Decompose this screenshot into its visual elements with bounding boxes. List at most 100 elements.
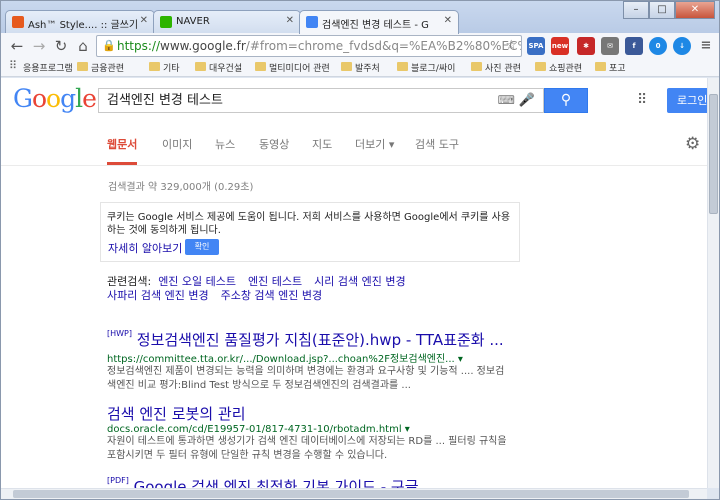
search-result: [PDF] Google 검색 엔진 최적화 기본 가이드 - 구글 <box>107 476 507 488</box>
bookmark-folder[interactable]: 포고 <box>595 61 626 74</box>
bookmark-folder[interactable]: 쇼핑관련 <box>535 61 582 74</box>
result-title-row: 검색 엔진 로봇의 관리 <box>107 403 507 424</box>
google-results-page: Google 검색엔진 변경 테스트 ⌨ 🎤 ⚲ ⠿ 로그인 웹문서 이미지 뉴… <box>1 78 707 488</box>
browser-window: Ash™ Style.... :: 글쓰기 ✕ NAVER ✕ 검색엔진 변경 … <box>0 0 720 500</box>
cookie-notice-text: 쿠키는 Google 서비스 제공에 도움이 됩니다. 저희 서비스를 사용하면… <box>107 212 511 236</box>
settings-gear-icon[interactable]: ⚙ <box>685 134 700 154</box>
tab-videos[interactable]: 동영상 <box>259 136 289 152</box>
cookie-notice: 쿠키는 Google 서비스 제공에 도움이 됩니다. 저희 서비스를 사용하면… <box>100 202 520 262</box>
browser-tab-google[interactable]: 검색엔진 변경 테스트 - G ✕ <box>299 10 459 34</box>
active-tab-indicator <box>107 162 137 165</box>
notification-icon[interactable]: 0 <box>649 37 667 55</box>
reload-icon[interactable]: ↻ <box>51 36 71 56</box>
bookmark-apps[interactable]: 응용프로그램 <box>9 59 73 74</box>
related-link[interactable]: 주소창 검색 엔진 변경 <box>221 289 323 302</box>
close-window-button[interactable]: ✕ <box>675 1 715 19</box>
search-icon: ⚲ <box>560 92 572 108</box>
result-format-badge: [PDF] <box>107 476 129 485</box>
download-icon[interactable]: ↓ <box>673 37 691 55</box>
tab-maps[interactable]: 지도 <box>312 136 332 152</box>
tab-images[interactable]: 이미지 <box>162 136 192 152</box>
maximize-button[interactable]: □ <box>649 1 675 19</box>
related-label: 관련검색: <box>107 275 152 288</box>
extension-spa-icon[interactable]: SPA <box>527 37 545 55</box>
close-tab-icon[interactable]: ✕ <box>286 15 294 26</box>
microphone-icon[interactable]: 🎤 <box>519 89 535 112</box>
tab-news[interactable]: 뉴스 <box>215 136 235 152</box>
result-format-badge: [HWP] <box>107 329 132 338</box>
tab-web[interactable]: 웹문서 <box>107 136 137 152</box>
related-link[interactable]: 사파리 검색 엔진 변경 <box>107 289 209 302</box>
blog-favicon-icon <box>12 16 24 28</box>
tab-title: Ash™ Style.... :: 글쓰기 <box>28 20 139 31</box>
home-icon[interactable]: ⌂ <box>73 36 93 56</box>
minimize-button[interactable]: – <box>623 1 649 19</box>
result-title-row: [HWP] 정보검색엔진 품질평가 지침(표준안).hwp - TTA표준화 .… <box>107 329 507 350</box>
back-icon[interactable]: ← <box>7 36 27 56</box>
naver-favicon-icon <box>160 16 172 28</box>
search-result: [HWP] 정보검색엔진 품질평가 지침(표준안).hwp - TTA표준화 .… <box>107 329 507 393</box>
window-controls: – □ ✕ <box>623 1 715 19</box>
facebook-icon[interactable]: f <box>625 37 643 55</box>
result-url: docs.oracle.com/cd/E19957-01/817-4731-10… <box>107 424 410 435</box>
browser-tab-naver[interactable]: NAVER ✕ <box>153 10 301 33</box>
horizontal-scrollbar[interactable] <box>1 488 707 499</box>
bookmark-folder[interactable]: 금융관련 <box>77 61 124 74</box>
bookmark-folder[interactable]: 발주처 <box>341 61 380 74</box>
result-snippet: 자원이 테스트에 통과하면 생성기가 검색 엔진 데이터베이스에 저장되는 RD… <box>107 436 507 461</box>
result-snippet: 정보검색엔진 제품이 변경되는 능력을 의미하며 변경에는 환경과 요구사항 및… <box>107 366 505 391</box>
url-path: /#from=chrome_fvdsd&q=%EA%B2%80%EC%83%89 <box>245 39 521 53</box>
result-title-link[interactable]: Google 검색 엔진 최적화 기본 가이드 - 구글 <box>134 478 419 488</box>
vertical-scrollbar[interactable] <box>707 78 719 488</box>
bookmarks-bar: 응용프로그램 금융관련 기타 대우건설 멀티미디어 관련 발주처 블로그/싸이 … <box>1 59 719 77</box>
browser-toolbar: ← → ↻ ⌂ 🔒 https://www.google.fr/#from=ch… <box>1 33 719 59</box>
result-url: https://committee.tta.or.kr/.../Download… <box>107 354 463 365</box>
extension-new-icon[interactable]: new <box>551 37 569 55</box>
result-title-link[interactable]: 정보검색엔진 품질평가 지침(표준안).hwp - TTA표준화 ... <box>137 331 504 349</box>
apps-grid-icon[interactable]: ⠿ <box>637 92 647 108</box>
tab-more[interactable]: 더보기 ▾ <box>355 136 394 152</box>
result-title-row: [PDF] Google 검색 엔진 최적화 기본 가이드 - 구글 <box>107 476 507 488</box>
close-tab-icon[interactable]: ✕ <box>140 15 148 26</box>
url-host: www.google.fr <box>160 39 246 53</box>
bookmark-folder[interactable]: 블로그/싸이 <box>397 61 455 74</box>
result-title-link[interactable]: 검색 엔진 로봇의 관리 <box>107 405 246 423</box>
tab-title: NAVER <box>176 16 210 27</box>
search-tabs: 웹문서 이미지 뉴스 동영상 지도 더보기 ▾ 검색 도구 ⚙ <box>1 126 707 166</box>
learn-more-link[interactable]: 자세히 알아보기 <box>108 240 182 256</box>
google-favicon-icon <box>306 16 318 28</box>
forward-icon[interactable]: → <box>29 36 49 56</box>
result-menu-arrow-icon[interactable]: ▾ <box>405 424 410 435</box>
bookmark-folder[interactable]: 대우건설 <box>195 61 242 74</box>
lock-icon: 🔒 <box>102 39 116 52</box>
bookmark-folder[interactable]: 사진 관련 <box>471 61 521 74</box>
related-link[interactable]: 시리 검색 엔진 변경 <box>314 275 405 288</box>
browser-tab-blog[interactable]: Ash™ Style.... :: 글쓰기 ✕ <box>5 10 155 33</box>
tab-strip: Ash™ Style.... :: 글쓰기 ✕ NAVER ✕ 검색엔진 변경 … <box>1 1 719 34</box>
search-input[interactable]: 검색엔진 변경 테스트 ⌨ 🎤 <box>98 88 544 113</box>
tab-search-tools[interactable]: 검색 도구 <box>415 136 459 152</box>
bookmark-folder[interactable]: 기타 <box>149 61 180 74</box>
address-bar[interactable]: 🔒 https://www.google.fr/#from=chrome_fvd… <box>96 35 522 57</box>
scrollbar-thumb[interactable] <box>709 94 718 214</box>
keyboard-icon[interactable]: ⌨ <box>498 89 515 112</box>
menu-icon[interactable]: ≡ <box>697 37 715 55</box>
search-button[interactable]: ⚲ <box>544 88 588 113</box>
related-link[interactable]: 엔진 테스트 <box>248 275 302 288</box>
bookmark-folder[interactable]: 멀티미디어 관련 <box>255 61 330 74</box>
cookie-ok-button[interactable]: 확인 <box>185 239 219 255</box>
bookmark-star-icon[interactable]: ☆ <box>505 36 517 56</box>
scrollbar-thumb[interactable] <box>13 490 689 498</box>
google-logo[interactable]: Google <box>13 84 97 113</box>
extension-asterisk-icon[interactable]: ✱ <box>577 37 595 55</box>
related-link[interactable]: 엔진 오일 테스트 <box>158 275 236 288</box>
url-scheme: https:// <box>117 39 161 53</box>
close-tab-icon[interactable]: ✕ <box>444 15 452 26</box>
tab-title: 검색엔진 변경 테스트 - G <box>322 20 429 31</box>
related-searches: 관련검색: 엔진 오일 테스트 엔진 테스트 시리 검색 엔진 변경 사파리 검색 … <box>107 275 418 303</box>
mail-icon[interactable]: ✉ <box>601 37 619 55</box>
result-menu-arrow-icon[interactable]: ▾ <box>458 354 463 365</box>
search-result: 검색 엔진 로봇의 관리 docs.oracle.com/cd/E19957-0… <box>107 403 507 463</box>
search-query: 검색엔진 변경 테스트 <box>107 93 223 108</box>
signin-button[interactable]: 로그인 <box>667 88 707 113</box>
